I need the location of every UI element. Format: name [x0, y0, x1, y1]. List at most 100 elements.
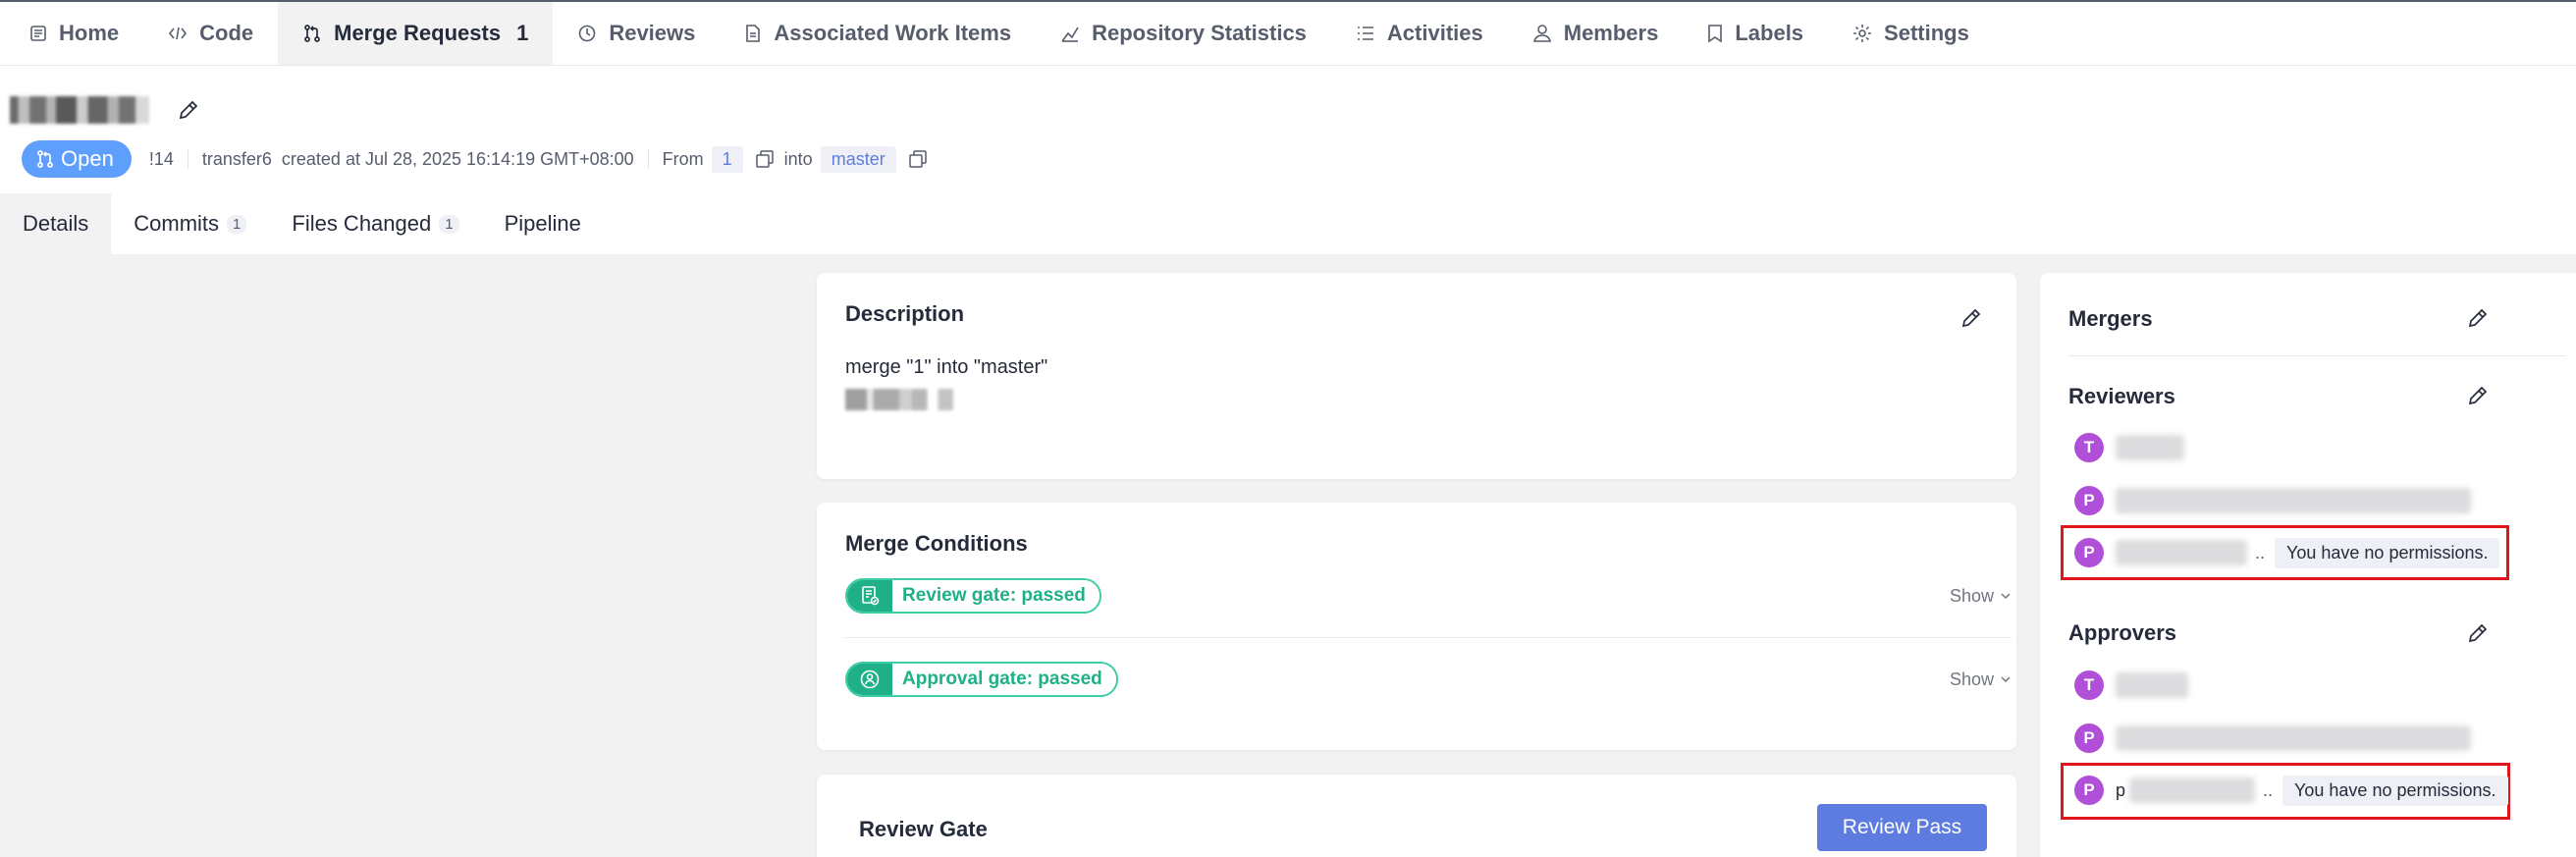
approver-name-redacted [2129, 777, 2256, 803]
approver-name-redacted [2116, 725, 2471, 751]
review-gate-label: Review gate: passed [892, 580, 1100, 612]
tab-label: Files Changed [292, 211, 432, 236]
merge-requests-count: 1 [516, 21, 529, 45]
target-branch-chip[interactable]: master [820, 145, 896, 173]
review-gate-card: Review Gate Review Pass [817, 775, 2016, 857]
description-title: Description [845, 301, 965, 326]
ellipsis: .. [2255, 542, 2266, 562]
nav-item-label: Associated Work Items [774, 21, 1012, 45]
merge-request-icon [302, 24, 322, 43]
nav-item-label: Merge Requests [334, 21, 502, 45]
reviewer-item: P [2074, 484, 2471, 517]
home-doc-icon [29, 25, 47, 42]
nav-item-associated-work-items[interactable]: Associated Work Items [720, 2, 1036, 65]
repo-nav-bar: Home Code Merge Requests 1 Reviews Assoc… [0, 2, 2576, 66]
bookmark-icon [1707, 24, 1723, 43]
edit-mergers-pencil-icon[interactable] [2466, 306, 2490, 330]
tab-files-changed[interactable]: Files Changed 1 [269, 193, 481, 254]
nav-item-labels[interactable]: Labels [1683, 2, 1828, 65]
avatar: P [2074, 538, 2104, 567]
chevron-down-icon [2000, 590, 2012, 602]
chevron-down-icon [2000, 673, 2012, 685]
edit-approvers-pencil-icon[interactable] [2466, 621, 2490, 645]
no-permission-tooltip: You have no permissions. [2275, 537, 2500, 568]
review-gate-badge: Review gate: passed [845, 578, 1101, 614]
stats-chart-icon [1060, 24, 1080, 43]
tab-count: 1 [227, 214, 247, 234]
nav-item-repository-statistics[interactable]: Repository Statistics [1036, 2, 1331, 65]
mergers-title: Mergers [2068, 306, 2153, 331]
approver-name-redacted [2116, 672, 2188, 698]
approver-item: P p .. You have no permissions. [2074, 774, 2508, 807]
merge-request-icon [35, 149, 55, 169]
reviewer-item: P .. You have no permissions. [2074, 536, 2500, 569]
review-gate-title: Review Gate [859, 817, 988, 841]
gear-icon [1852, 24, 1872, 43]
edit-description-pencil-icon[interactable] [1959, 306, 1983, 330]
tab-pipeline[interactable]: Pipeline [482, 193, 604, 254]
merge-conditions-card: Merge Conditions Review gate: passed Sho… [817, 503, 2016, 750]
avatar: P [2074, 776, 2104, 805]
nav-item-label: Reviews [609, 21, 696, 45]
mr-created-time: created at Jul 28, 2025 16:14:19 GMT+08:… [281, 148, 634, 169]
copy-target-branch-icon[interactable] [908, 149, 928, 169]
mr-title-row [10, 90, 200, 130]
nav-item-reviews[interactable]: Reviews [553, 2, 720, 65]
reviewer-name-redacted [2116, 435, 2184, 460]
mr-meta-row: Open !14 transfer6 created at Jul 28, 20… [22, 140, 938, 178]
description-text: merge "1" into "master" [845, 356, 1048, 378]
tab-label: Commits [134, 211, 220, 236]
reviewer-item: T [2074, 431, 2184, 464]
approver-name-initial: p [2116, 779, 2126, 800]
edit-title-pencil-icon[interactable] [177, 98, 200, 122]
review-gate-show-button[interactable]: Show [1950, 586, 2012, 607]
nav-item-home[interactable]: Home [5, 2, 143, 65]
nav-item-label: Code [199, 21, 254, 45]
approval-gate-row: Approval gate: passed Show [845, 662, 2012, 697]
nav-item-merge-requests[interactable]: Merge Requests 1 [278, 2, 554, 65]
reviewers-title: Reviewers [2068, 384, 2175, 408]
mr-author: transfer6 [201, 148, 272, 169]
avatar: T [2074, 670, 2104, 700]
approver-item: T [2074, 669, 2188, 702]
avatar: P [2074, 486, 2104, 515]
tab-count: 1 [439, 214, 459, 234]
copy-source-branch-icon[interactable] [755, 149, 775, 169]
approval-gate-show-button[interactable]: Show [1950, 670, 2012, 690]
side-panel: Mergers Reviewers T P P .. You have no p… [2040, 273, 2576, 857]
nav-item-settings[interactable]: Settings [1828, 2, 1994, 65]
from-label: From [662, 148, 704, 169]
tab-label: Details [23, 211, 89, 236]
description-redacted-text [845, 389, 953, 410]
mr-tabs: Details Commits 1 Files Changed 1 Pipeli… [0, 193, 2576, 254]
description-card: Description merge "1" into "master" [817, 273, 2016, 479]
nav-item-activities[interactable]: Activities [1331, 2, 1508, 65]
show-label: Show [1949, 669, 1994, 689]
approvers-title: Approvers [2068, 620, 2177, 645]
review-pass-button[interactable]: Review Pass [1817, 804, 1987, 851]
divider [845, 637, 2012, 638]
review-gate-row: Review gate: passed Show [845, 578, 2012, 614]
divider [2068, 355, 2566, 356]
approval-gate-badge: Approval gate: passed [845, 662, 1118, 697]
into-label: into [783, 148, 813, 169]
nav-item-code[interactable]: Code [143, 2, 278, 65]
status-badge: Open [22, 140, 132, 178]
show-label: Show [1949, 585, 1994, 606]
mr-id: !14 [148, 148, 174, 169]
review-clock-icon [577, 24, 597, 43]
avatar: T [2074, 433, 2104, 462]
source-branch-chip[interactable]: 1 [711, 145, 743, 173]
avatar: P [2074, 723, 2104, 753]
no-permission-tooltip: You have no permissions. [2282, 775, 2508, 806]
edit-reviewers-pencil-icon[interactable] [2466, 384, 2490, 407]
tab-commits[interactable]: Commits 1 [111, 193, 269, 254]
work-item-icon [744, 24, 762, 43]
tab-details[interactable]: Details [0, 193, 112, 254]
approver-item: P [2074, 722, 2471, 755]
approval-gate-icon [847, 664, 892, 695]
user-icon [1532, 24, 1552, 43]
code-icon [168, 25, 188, 42]
nav-item-label: Repository Statistics [1092, 21, 1307, 45]
nav-item-members[interactable]: Members [1508, 2, 1684, 65]
